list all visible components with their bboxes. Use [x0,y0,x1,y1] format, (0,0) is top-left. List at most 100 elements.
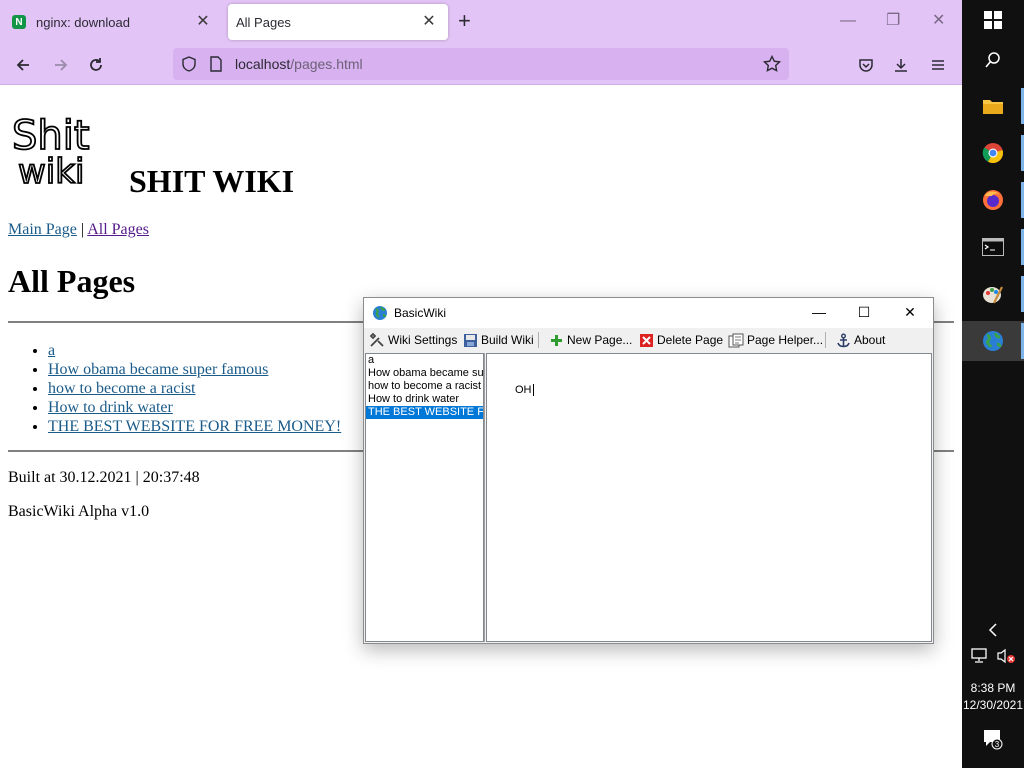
chevron-left-icon[interactable] [979,616,1007,644]
address-bar[interactable]: localhost/pages.html [173,48,789,80]
minimize-icon[interactable]: — [809,304,829,320]
list-item: THE BEST WEBSITE FOR FREE MONEY! [48,417,341,436]
about-button[interactable]: About [836,331,885,349]
version-text: BasicWiki Alpha v1.0 [8,503,150,520]
downloads-button[interactable] [888,52,914,78]
tab-title: All Pages [236,14,291,30]
globe-icon [373,306,387,320]
forward-button[interactable] [48,52,74,78]
delete-page-button[interactable]: Delete Page [639,331,723,349]
delete-x-icon [640,333,653,347]
system-clock[interactable]: 8:38 PM 12/30/2021 [962,680,1024,714]
clock-date: 12/30/2021 [962,698,1024,712]
back-arrow-icon [16,59,29,71]
site-navigation: Main Page | All Pages [8,221,149,239]
svg-text:wiki: wiki [18,152,84,187]
window-title: BasicWiki [394,306,447,320]
page-link[interactable]: how to become a racist [48,380,196,397]
close-icon[interactable]: ✕ [900,304,920,321]
restore-icon[interactable]: ❐ [886,12,900,30]
all-pages-link[interactable]: All Pages [87,221,149,238]
page-heading: All Pages [8,263,136,299]
wiki-settings-button[interactable]: Wiki Settings [369,331,457,349]
text-caret [532,384,534,397]
tab-all-pages[interactable]: All Pages ✕ [228,4,448,40]
taskbar: 8:38 PM 12/30/2021 3 [962,0,1024,768]
page-link[interactable]: How to drink water [48,399,173,416]
file-explorer-icon[interactable] [979,92,1007,120]
tab-title: nginx: download [36,14,130,30]
clock-time: 8:38 PM [970,681,1016,695]
new-tab-button[interactable]: + [458,10,471,32]
toolbar-separator [538,332,539,348]
bookmark-star-icon[interactable] [763,55,781,73]
hamburger-menu-icon [932,60,944,70]
reload-button[interactable] [83,52,109,78]
site-title: SHIT WIKI [129,163,295,199]
svg-text:3: 3 [995,740,1000,749]
basicwiki-window: BasicWiki — ☐ ✕ Wiki Settings Build Wiki… [363,297,934,644]
anchor-icon [837,333,850,347]
page-editor[interactable]: OH [486,353,932,642]
page-link[interactable]: THE BEST WEBSITE FOR FREE MONEY! [48,418,341,435]
close-window-icon[interactable]: ✕ [932,12,945,30]
nav-separator: | [80,221,85,238]
list-item: how to become a racist [48,379,341,398]
search-icon[interactable] [979,46,1007,74]
build-wiki-button[interactable]: Build Wiki [463,331,534,349]
list-item[interactable]: How obama became sup [366,367,483,380]
close-tab-icon[interactable]: ✕ [420,12,438,30]
minimize-icon[interactable]: — [840,12,856,30]
page-link[interactable]: a [48,342,55,359]
page-link[interactable]: How obama became super famous [48,361,268,378]
list-item: a [48,341,341,360]
download-icon [895,59,907,72]
list-item: How to drink water [48,398,341,417]
url-text[interactable]: localhost/pages.html [235,56,363,72]
start-icon[interactable] [979,6,1007,34]
shield-icon[interactable] [181,56,197,72]
nginx-icon: N [12,15,26,29]
reload-icon [90,58,102,71]
tab-bar: N nginx: download ✕ All Pages ✕ + — ❐ ✕ [0,0,962,44]
close-tab-icon[interactable]: ✕ [194,12,212,30]
notification-icon: 3 [984,730,1003,750]
plus-icon [551,334,562,346]
list-item[interactable]: how to become a racist [366,380,483,393]
back-button[interactable] [10,52,36,78]
toolbar-separator [825,332,826,348]
page-helper-icon [728,333,744,347]
new-page-button[interactable]: New Page... [549,331,632,349]
pages-listbox[interactable]: a How obama became sup how to become a r… [365,353,484,642]
paint-icon[interactable] [979,280,1007,308]
tab-nginx-download[interactable]: N nginx: download ✕ [4,4,222,40]
network-icon[interactable] [966,642,994,670]
volume-muted-icon[interactable] [992,642,1020,670]
pocket-button[interactable] [853,52,879,78]
basicwiki-titlebar[interactable]: BasicWiki — ☐ ✕ [364,298,933,328]
site-logo-image: Shit wiki [11,112,90,187]
basicwiki-globe-icon[interactable] [979,327,1007,355]
tools-icon [369,332,384,347]
list-item[interactable]: How to drink water [366,393,483,406]
page-helper-button[interactable]: Page Helper... [728,331,823,349]
maximize-icon[interactable]: ☐ [854,304,874,321]
chrome-icon[interactable] [979,139,1007,167]
save-disk-icon [464,333,477,347]
navigation-toolbar: localhost/pages.html [0,44,962,85]
list-item[interactable]: a [366,354,483,367]
page-icon[interactable] [209,56,223,72]
menu-button[interactable] [925,52,951,78]
editor-text: OH [515,384,534,397]
build-timestamp: Built at 30.12.2021 | 20:37:48 [8,469,200,486]
basicwiki-toolbar: Wiki Settings Build Wiki New Page... Del… [364,328,933,351]
firefox-icon[interactable] [979,186,1007,214]
pages-list: a How obama became super famous how to b… [48,341,341,436]
notification-center-button[interactable]: 3 [982,728,1004,755]
main-page-link[interactable]: Main Page [8,221,77,238]
forward-arrow-icon [55,59,68,71]
terminal-icon[interactable] [979,233,1007,261]
list-item: How obama became super famous [48,360,341,379]
list-item-selected[interactable]: THE BEST WEBSITE F [366,406,483,419]
splitter[interactable] [484,353,485,642]
